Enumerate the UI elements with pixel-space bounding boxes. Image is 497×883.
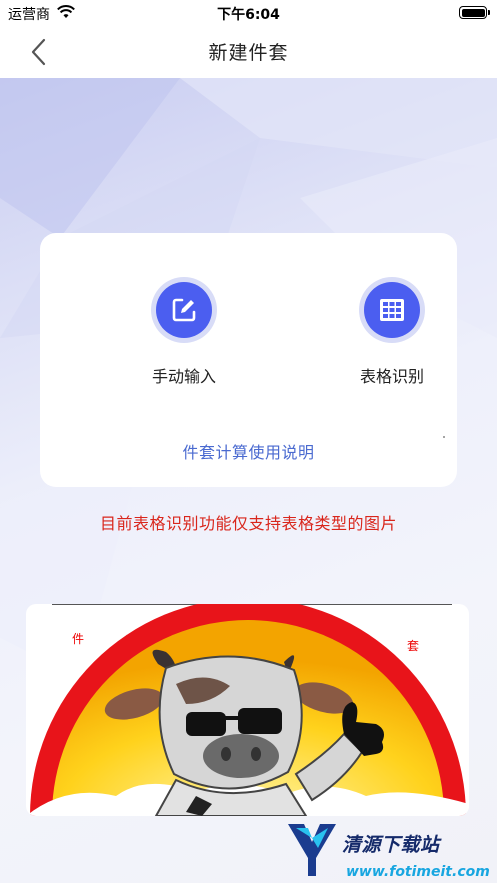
label-char-right: 套: [407, 639, 420, 653]
manual-input-button[interactable]: 手动输入: [124, 277, 244, 387]
label-char-left: 件: [72, 632, 85, 646]
watermark-logo: [288, 824, 336, 876]
example-image: 件 套: [26, 604, 469, 816]
table-recognition-button[interactable]: 表格识别: [332, 277, 452, 387]
table-recognition-icon-ring: [359, 277, 425, 343]
input-method-card: 手动输入 表格识别 件套计算使用说明: [40, 233, 457, 487]
table-recognition-label: 表格识别: [359, 367, 424, 386]
table-grid-icon: [364, 282, 420, 338]
battery-icon: [459, 6, 490, 19]
table-support-notice: 目前表格识别功能仅支持表格类型的图片: [99, 514, 397, 533]
edit-icon: [156, 282, 212, 338]
usage-instructions-link[interactable]: 件套计算使用说明: [40, 439, 457, 463]
watermark-url: www.fotimeit.com: [346, 864, 490, 880]
cow-mascot-illustration: [26, 604, 469, 816]
dot-mark: [443, 436, 445, 438]
navigation-bar: 新建件套: [0, 26, 497, 78]
status-bar: 运营商 下午6:04: [0, 0, 497, 26]
page-title: 新建件套: [208, 42, 289, 64]
manual-input-label: 手动输入: [151, 367, 216, 386]
site-watermark: 清源下载站 www.fotimeit.com: [284, 816, 490, 880]
clock: 下午6:04: [217, 7, 280, 23]
manual-input-icon-ring: [151, 277, 217, 343]
watermark-title: 清源下载站: [342, 834, 440, 856]
